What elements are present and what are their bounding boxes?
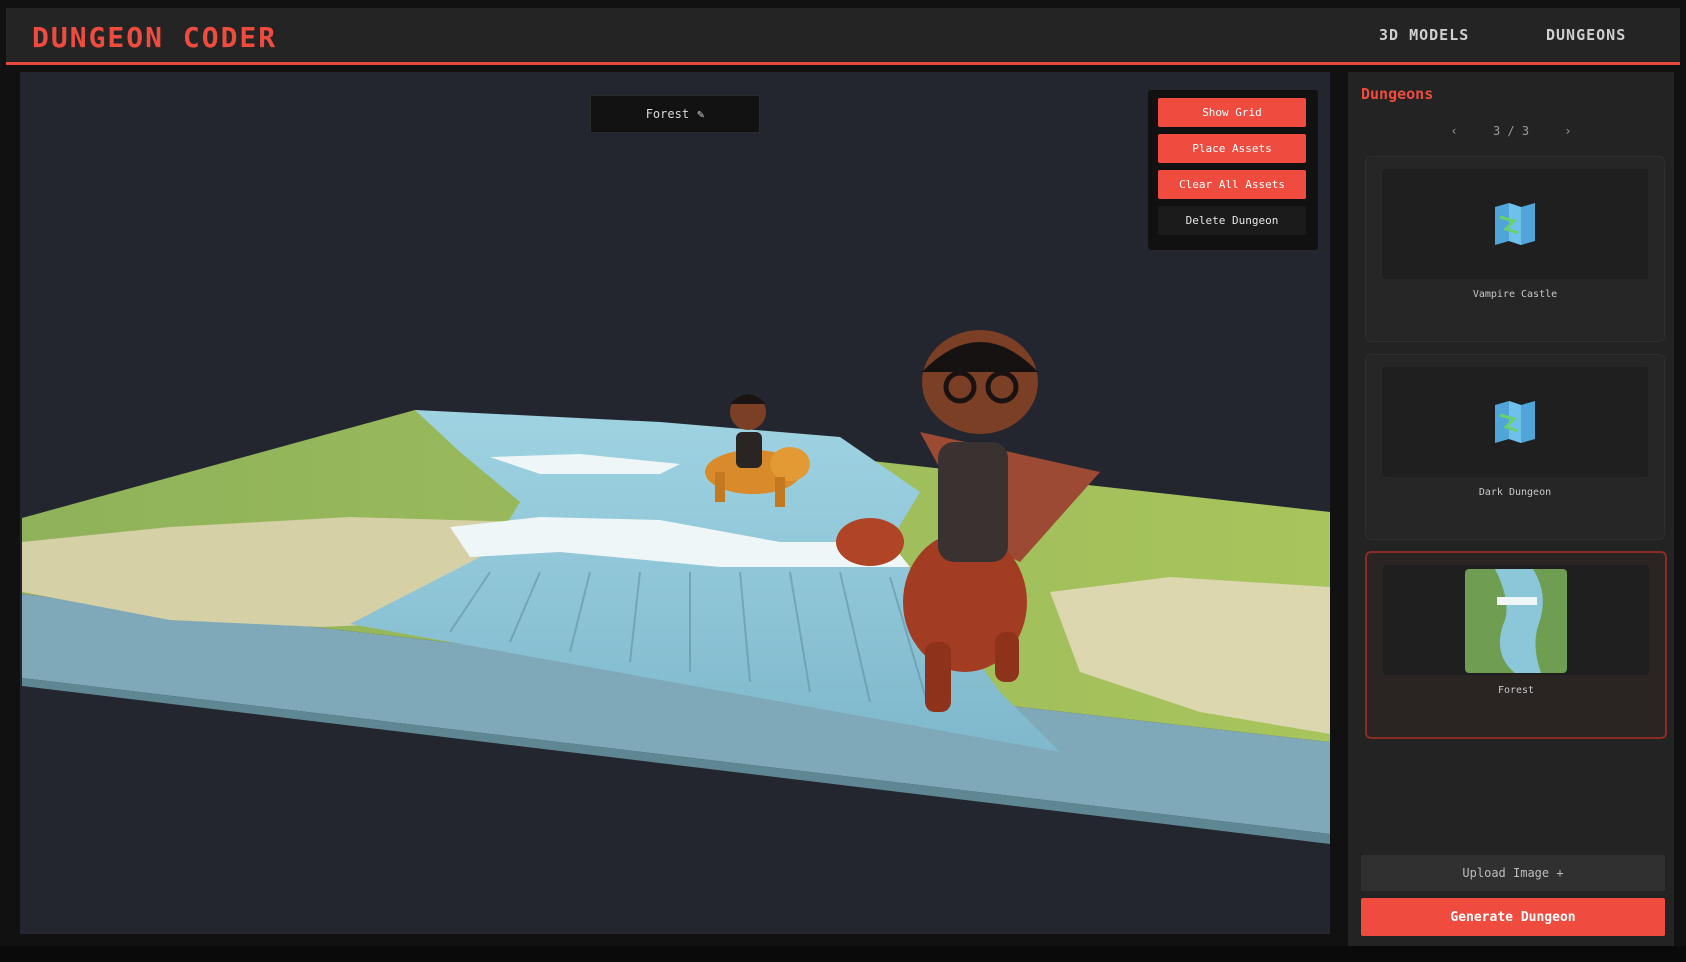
card-label: Vampire Castle: [1472, 289, 1558, 300]
dungeons-sidebar: Dungeons ‹ 3 / 3 › Vampire Castle Dark D…: [1348, 72, 1674, 946]
nav-3d-models[interactable]: 3D MODELS: [1379, 26, 1469, 44]
pencil-icon[interactable]: ✎: [697, 107, 704, 121]
dungeon-card-forest[interactable]: Forest: [1365, 551, 1667, 739]
place-assets-button[interactable]: Place Assets: [1158, 134, 1306, 163]
delete-dungeon-button[interactable]: Delete Dungeon: [1158, 206, 1306, 235]
forest-map-thumbnail: [1465, 569, 1567, 673]
pager: ‹ 3 / 3 ›: [1348, 124, 1674, 138]
card-label: Forest: [1497, 685, 1535, 696]
bottom-strip: [0, 946, 1686, 962]
pager-next-button[interactable]: ›: [1564, 124, 1571, 138]
nav-dungeons[interactable]: DUNGEONS: [1546, 26, 1626, 44]
dungeon-card-dark-dungeon[interactable]: Dark Dungeon: [1365, 354, 1665, 540]
pager-prev-button[interactable]: ‹: [1450, 124, 1457, 138]
top-bar: DUNGEON CODER 3D MODELS DUNGEONS: [6, 8, 1680, 65]
card-thumbnail: [1383, 565, 1649, 675]
dungeon-name: Forest: [645, 107, 690, 121]
sidebar-title: Dungeons: [1361, 85, 1434, 103]
map-icon: [1495, 401, 1535, 443]
dungeon-scene: [22, 330, 1330, 844]
pager-page-indicator: 3 / 3: [1492, 124, 1530, 138]
show-grid-button[interactable]: Show Grid: [1158, 98, 1306, 127]
scene-controls: Show Grid Place Assets Clear All Assets …: [1148, 90, 1318, 250]
3d-viewport[interactable]: Forest ✎ Show Grid Place Assets Clear Al…: [20, 72, 1330, 934]
card-thumbnail: [1382, 367, 1648, 477]
dungeon-card-vampire-castle[interactable]: Vampire Castle: [1365, 156, 1665, 342]
app-logo: DUNGEON CODER: [32, 21, 278, 54]
card-label: Dark Dungeon: [1478, 487, 1552, 498]
upload-image-button[interactable]: Upload Image +: [1361, 855, 1665, 891]
generate-dungeon-button[interactable]: Generate Dungeon: [1361, 898, 1665, 936]
dungeon-name-chip[interactable]: Forest ✎: [590, 95, 760, 133]
card-thumbnail: [1382, 169, 1648, 279]
app-window: DUNGEON CODER 3D MODELS DUNGEONS Forest …: [0, 0, 1686, 962]
map-icon: [1495, 203, 1535, 245]
clear-all-assets-button[interactable]: Clear All Assets: [1158, 170, 1306, 199]
